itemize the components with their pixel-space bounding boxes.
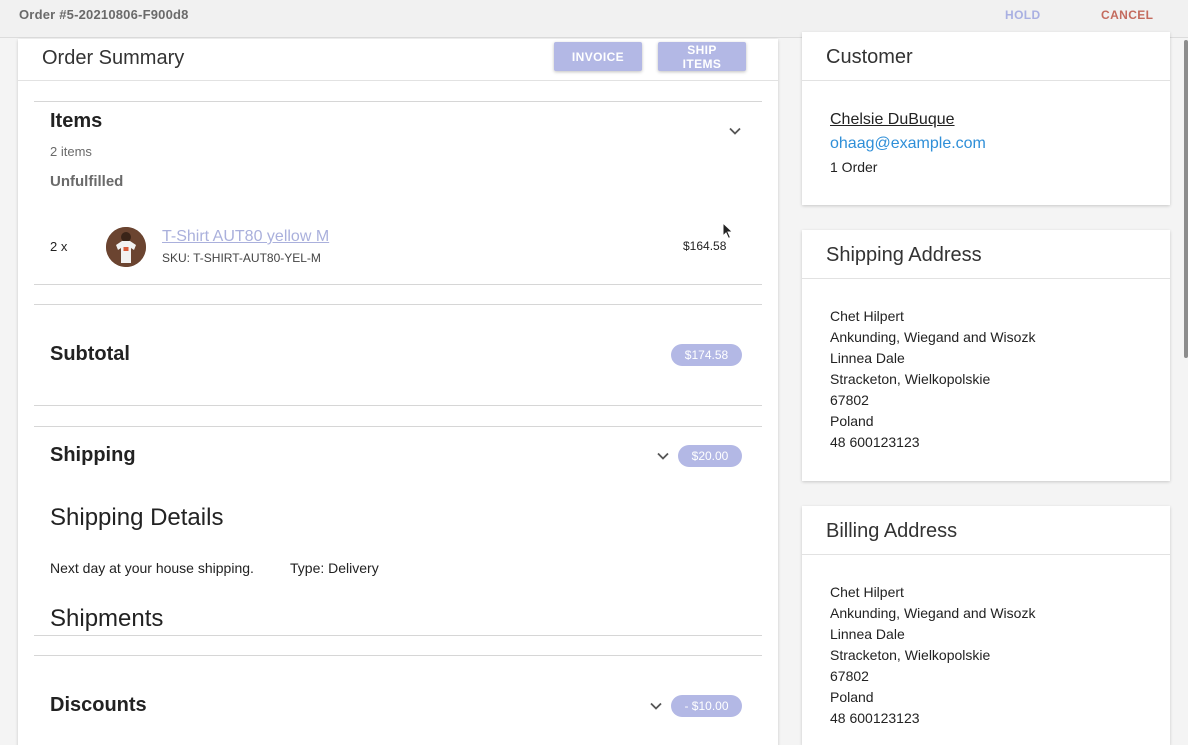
billing-address-title: Billing Address [826,520,958,542]
address-line: Chet Hilpert [830,308,904,324]
address-line: 48 600123123 [830,434,920,450]
customer-name-link[interactable]: Chelsie DuBuque [830,111,955,129]
address-line: Stracketon, Wielkopolskie [830,647,991,663]
order-summary-title: Order Summary [42,47,185,69]
divider [34,284,762,285]
address-line: Linnea Dale [830,626,905,642]
address-line: Linnea Dale [830,350,905,366]
address-line: 67802 [830,668,869,684]
divider [34,304,762,305]
items-count: 2 items [50,144,92,159]
tshirt-person-image-icon [106,227,146,267]
customer-title: Customer [826,46,913,68]
divider [34,655,762,656]
address-line: 48 600123123 [830,710,920,726]
address-line: Stracketon, Wielkopolskie [830,371,991,387]
ship-items-button[interactable]: SHIP ITEMS [658,42,746,71]
chevron-down-icon[interactable] [728,124,742,138]
address-line: Ankunding, Wiegand and Wisozk [830,329,1036,345]
divider [802,554,1170,555]
divider [802,278,1170,279]
divider [18,80,778,81]
address-line: Ankunding, Wiegand and Wisozk [830,605,1036,621]
shipping-details-title: Shipping Details [50,504,224,531]
invoice-button[interactable]: INVOICE [554,42,642,71]
cancel-button[interactable]: CANCEL [1101,8,1153,22]
mouse-cursor-icon [722,222,734,240]
shipments-title: Shipments [50,605,164,632]
address-line: Chet Hilpert [830,584,904,600]
chevron-down-icon[interactable] [656,449,670,463]
items-section-title: Items [50,110,103,132]
billing-address-card: Billing Address Chet Hilpert Ankunding, … [802,506,1170,745]
order-title: Order #5-20210806-F900d8 [19,7,189,22]
item-quantity: 2 x [50,239,68,254]
customer-email-link[interactable]: ohaag@example.com [830,135,986,153]
address-line: Poland [830,689,874,705]
shipping-type: Type: Delivery [290,560,379,576]
chevron-down-icon[interactable] [649,699,663,713]
product-link[interactable]: T-Shirt AUT80 yellow M [162,228,329,246]
divider [34,101,762,102]
discounts-title: Discounts [50,694,147,716]
divider [34,426,762,427]
product-thumbnail [106,227,146,267]
address-line: 67802 [830,392,869,408]
subtotal-title: Subtotal [50,343,130,365]
shipping-badge: $20.00 [678,445,742,467]
divider [34,405,762,406]
fulfillment-status: Unfulfilled [50,173,124,190]
discounts-badge: - $10.00 [671,695,742,717]
shipping-address-title: Shipping Address [826,244,982,266]
subtotal-badge: $174.58 [671,344,742,366]
order-summary-card: Order Summary INVOICE SHIP ITEMS Items 2… [18,39,778,745]
scrollbar-thumb[interactable] [1184,40,1188,358]
product-sku: SKU: T-SHIRT-AUT80-YEL-M [162,251,321,265]
shipping-method: Next day at your house shipping. [50,560,254,576]
divider [34,635,762,636]
shipping-title: Shipping [50,444,136,466]
hold-button[interactable]: HOLD [1005,8,1041,22]
customer-card: Customer Chelsie DuBuque ohaag@example.c… [802,32,1170,205]
item-price: $164.58 [683,239,727,253]
address-line: Poland [830,413,874,429]
customer-orders: 1 Order [830,159,878,175]
divider [802,80,1170,81]
shipping-address-card: Shipping Address Chet Hilpert Ankunding,… [802,230,1170,481]
